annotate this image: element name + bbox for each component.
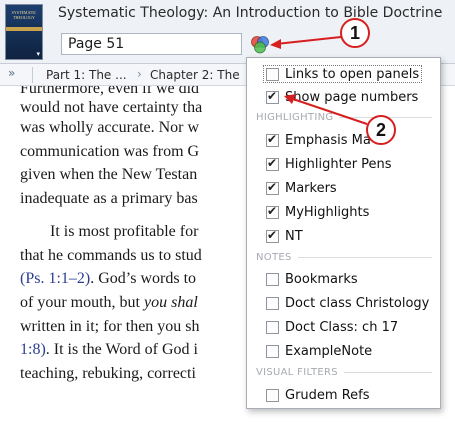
highlighting-option[interactable]: Markers (266, 179, 337, 197)
section-header-highlighting: HIGHLIGHTING (256, 110, 432, 124)
breadcrumb-item-chapter[interactable]: Chapter 2: The (150, 68, 240, 82)
checkbox[interactable] (266, 132, 279, 147)
option-label: MyHighlights (285, 204, 370, 220)
option-label: Doct class Christology (285, 295, 430, 311)
option-label: Markers (285, 180, 337, 196)
checkbox[interactable] (266, 180, 279, 195)
text-fragment: of your mouth, but (20, 294, 144, 311)
section-label: HIGHLIGHTING (256, 111, 334, 123)
show-page-numbers-option[interactable]: Show page numbers (266, 88, 418, 106)
text-fragment: . God’s words to (90, 270, 197, 287)
option-label: Links to open panels (285, 66, 420, 82)
notes-option[interactable]: Doct class Christology (266, 294, 429, 312)
page-reference-input[interactable] (61, 33, 242, 55)
notes-option[interactable]: Doct Class: ch 17 (266, 318, 398, 336)
text-line: inadequate as a primary bas (20, 190, 198, 207)
breadcrumb-expand-icon[interactable]: » (8, 66, 15, 80)
text-line: would not have certainty tha (20, 99, 203, 116)
checkbox[interactable] (266, 156, 279, 171)
section-header-notes: NOTES (256, 250, 432, 264)
section-label: NOTES (256, 251, 292, 263)
option-label: Highlighter Pens (285, 156, 392, 172)
callout-badge-1: 1 (340, 18, 370, 48)
checkbox[interactable] (266, 296, 279, 310)
scripture-reference-link[interactable]: 1:8) (20, 341, 46, 358)
cover-title: SYSTEMATIC THEOLOGY (11, 10, 37, 20)
text-line: teaching, rebuking, correcti (20, 365, 196, 382)
checkbox[interactable] (266, 204, 279, 219)
text-line: It is most profitable for (50, 223, 199, 240)
text-line: 1:8). It is the Word of God i (20, 340, 198, 360)
book-cover-button[interactable]: SYSTEMATIC THEOLOGY ▾ (5, 4, 43, 60)
notes-option[interactable]: Bookmarks (266, 270, 358, 288)
checkbox[interactable] (266, 320, 279, 334)
option-label: Doct Class: ch 17 (285, 319, 399, 335)
option-label: ExampleNote (285, 343, 373, 359)
visual-filter-option[interactable]: Grudem Refs (266, 386, 370, 404)
breadcrumb-separator-icon: › (137, 67, 142, 81)
option-label: Emphasis Ma (285, 132, 371, 148)
text-line: given when the New Testan (20, 166, 198, 183)
highlighting-option[interactable]: MyHighlights (266, 203, 369, 221)
text-line: (Ps. 1:1–2). God’s words to (20, 269, 196, 289)
text-line: communication was from G (20, 143, 200, 160)
book-title: Systematic Theology: An Introduction to … (58, 5, 443, 21)
notes-option[interactable]: ExampleNote (266, 342, 372, 360)
checkbox[interactable] (266, 67, 279, 81)
callout-badge-2: 2 (366, 115, 396, 145)
visual-filters-icon[interactable] (250, 35, 270, 55)
chevron-down-icon: ▾ (36, 50, 40, 58)
text-fragment: . It is the Word of God i (45, 341, 198, 358)
text-line: of your mouth, but you shal (20, 293, 198, 313)
checkbox[interactable] (266, 89, 279, 104)
highlighting-option[interactable]: NT (266, 227, 303, 245)
text-line: was wholly accurate. Nor w (20, 119, 200, 136)
option-label: Grudem Refs (285, 387, 370, 403)
checkbox[interactable] (266, 228, 279, 243)
section-label: VISUAL FILTERS (256, 366, 338, 378)
visual-filters-dropdown: Links to open panels Show page numbers H… (246, 57, 441, 409)
breadcrumb-item-part[interactable]: Part 1: The ... (46, 68, 127, 82)
checkbox[interactable] (266, 388, 279, 402)
links-to-open-panels-option[interactable]: Links to open panels (263, 65, 423, 83)
checkbox[interactable] (266, 344, 279, 358)
option-label: Show page numbers (285, 89, 419, 105)
option-label: NT (285, 228, 303, 244)
scripture-reference-link[interactable]: (Ps. 1:1–2) (20, 270, 90, 287)
header: SYSTEMATIC THEOLOGY ▾ Systematic Theolog… (0, 0, 455, 64)
text-line: written in it; for then you sh (20, 318, 200, 335)
divider (32, 67, 33, 83)
highlighting-option[interactable]: Highlighter Pens (266, 155, 392, 173)
checkbox[interactable] (266, 272, 279, 286)
section-header-visual-filters: VISUAL FILTERS (256, 365, 432, 379)
option-label: Bookmarks (285, 271, 358, 287)
cover-band (6, 27, 42, 31)
highlighting-option[interactable]: Emphasis Ma (266, 131, 371, 149)
text-line: that he commands us to stud (20, 247, 202, 264)
text-italic: you shal (144, 294, 198, 311)
